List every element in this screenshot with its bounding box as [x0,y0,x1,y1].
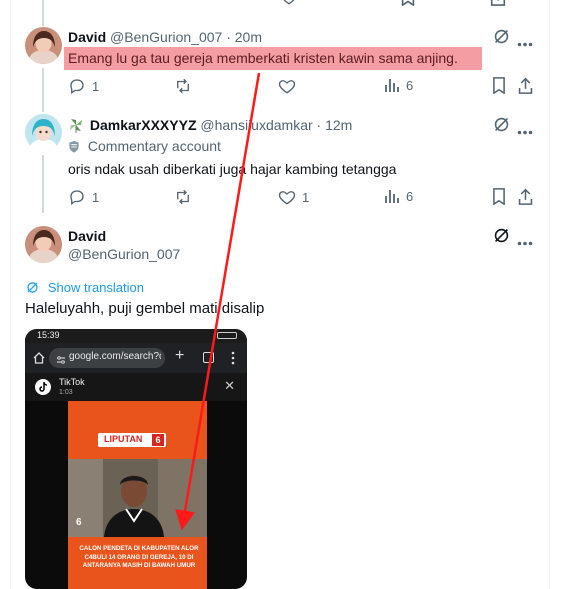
annotation-arrow [175,72,261,531]
